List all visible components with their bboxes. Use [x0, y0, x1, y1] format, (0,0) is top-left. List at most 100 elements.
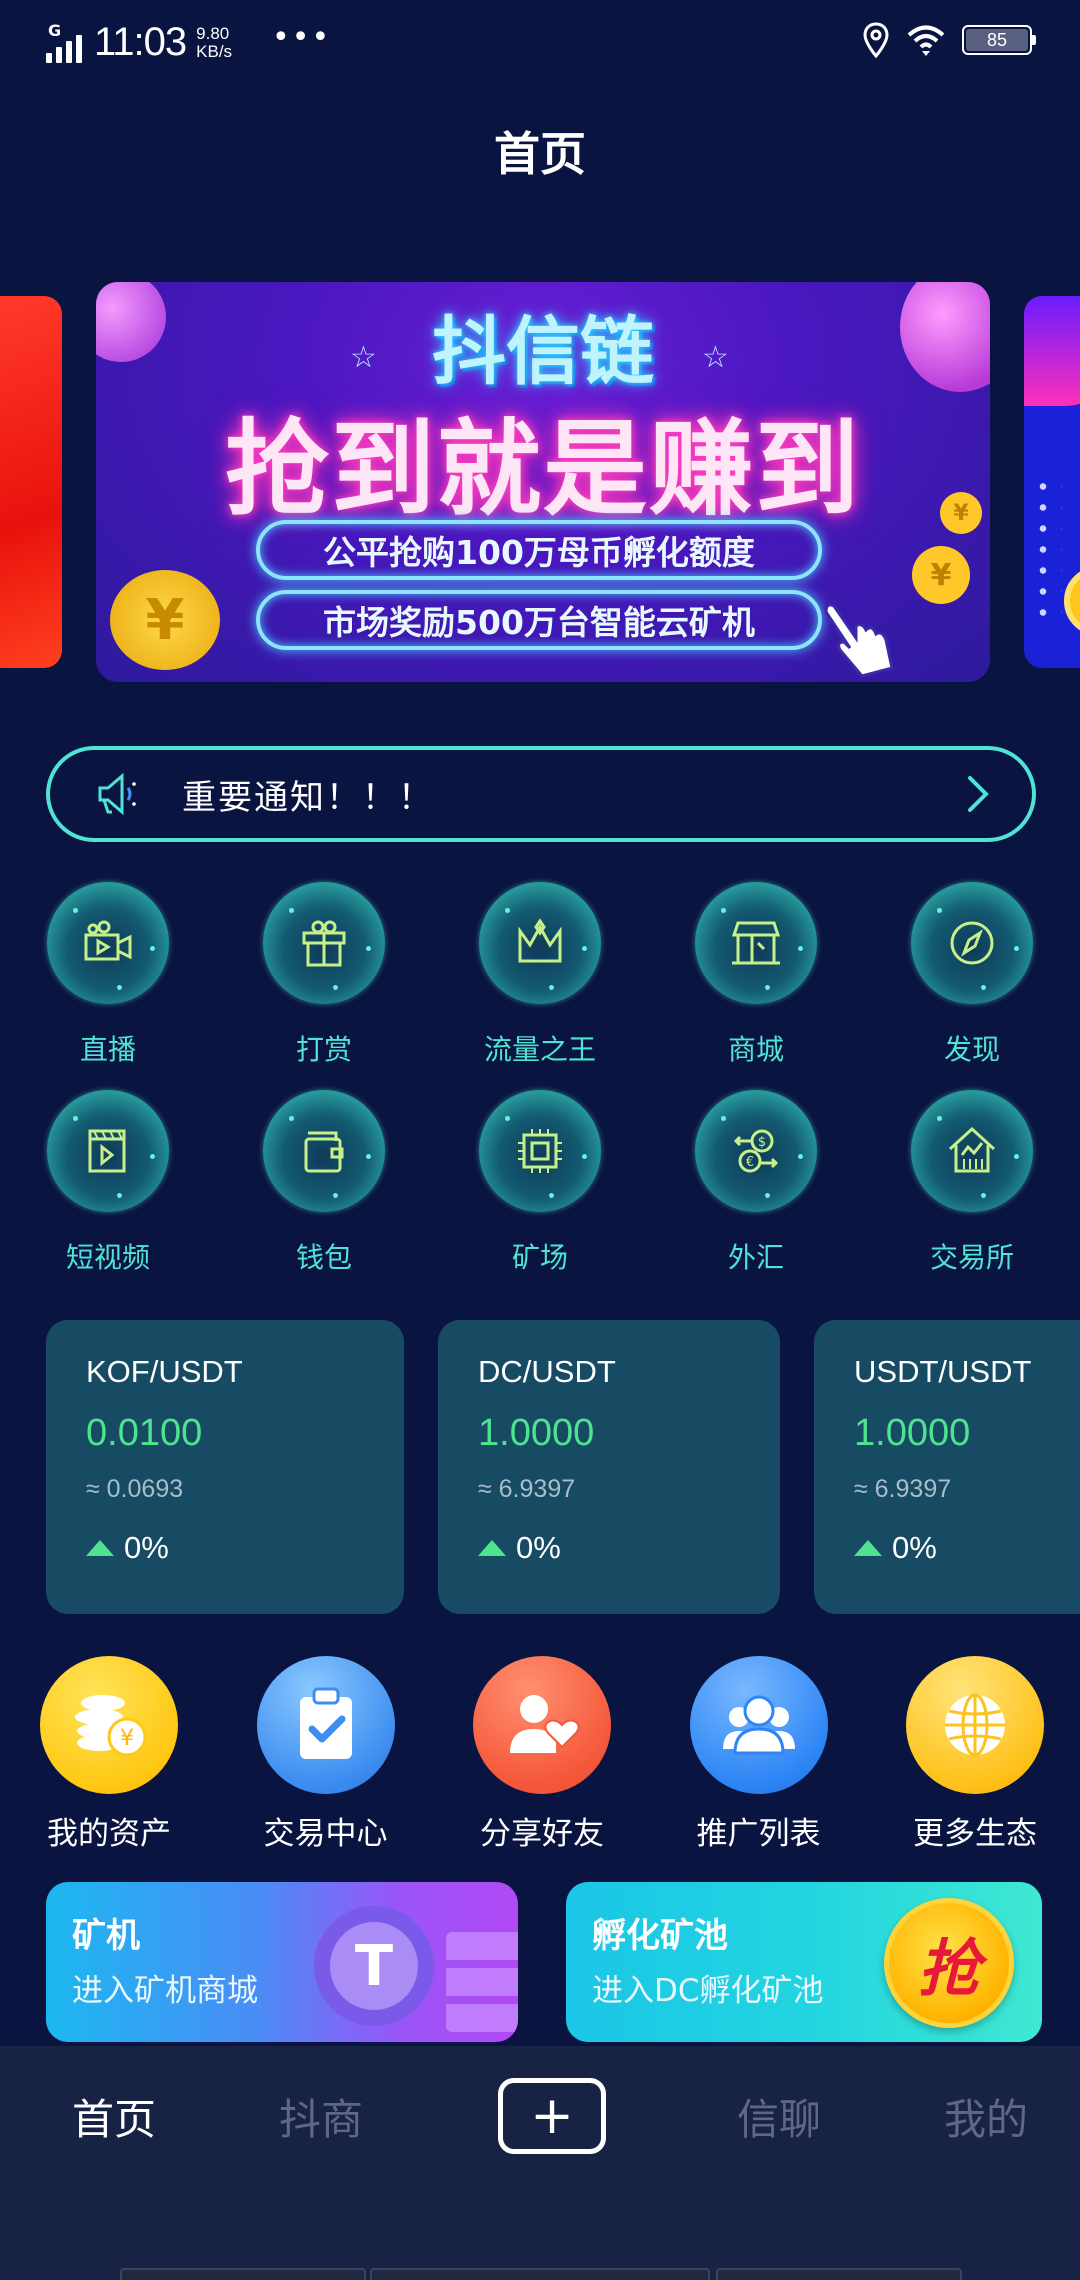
feature-traffic-king[interactable]: 流量之王	[470, 882, 610, 1068]
feature-forex[interactable]: $ € 外汇	[686, 1090, 826, 1276]
ticker-pair: USDT/USDT	[854, 1354, 1032, 1389]
ticker-pair: DC/USDT	[478, 1354, 616, 1389]
feature-mall[interactable]: 商城	[686, 882, 826, 1068]
store-icon	[731, 921, 781, 965]
tab-merchants[interactable]: 抖商	[271, 2086, 371, 2147]
banner-line-1: 公平抢购100万母币孵化额度	[256, 520, 822, 580]
promo-incubation-pool[interactable]: 孵化矿池 进入DC孵化矿池 抢	[566, 1882, 1042, 2042]
ticker-card[interactable]: USDT/USDT 1.0000 ≈ 6.9397 0%	[814, 1320, 1080, 1614]
location-icon	[863, 22, 889, 58]
quick-action-promotion-list[interactable]: 推广列表	[674, 1656, 844, 1853]
exchange-house-icon	[948, 1126, 996, 1173]
quick-action-label: 更多生态	[913, 1816, 1037, 1852]
promo-miner-mall[interactable]: 矿机 进入矿机商城 T	[46, 1882, 518, 2042]
banner-brand: 抖信链	[432, 309, 654, 395]
ticker-price: 1.0000	[854, 1412, 971, 1454]
coins-icon: ¥	[75, 1695, 147, 1757]
banner-line-2: 市场奖励500万台智能云矿机	[256, 590, 822, 650]
battery-level: 85	[966, 29, 1028, 51]
battery-icon: 85	[962, 25, 1036, 55]
banner-slide[interactable]: 抖信链 ☆ ☆ 抢到就是赚到 公平抢购100万母币孵化额度 市场奖励500万台智…	[96, 282, 990, 682]
network-type: G	[48, 20, 62, 40]
nav-hint	[716, 2268, 962, 2280]
more-notifications-icon: •••	[272, 20, 332, 55]
globe-icon	[945, 1693, 1005, 1757]
banner-next-slide[interactable]	[1024, 296, 1080, 668]
gift-icon	[302, 920, 346, 967]
add-button[interactable]: +	[498, 2078, 606, 2154]
feature-label: 打赏	[295, 1033, 352, 1066]
bottom-tab-bar: 首页 抖商 + 信聊 我的	[0, 2046, 1080, 2280]
quick-action-share-friends[interactable]: 分享好友	[457, 1656, 627, 1853]
feature-label: 发现	[943, 1033, 1000, 1066]
chip-icon	[518, 1129, 562, 1173]
feature-short-video[interactable]: 短视频	[38, 1090, 178, 1276]
nav-hint	[370, 2268, 710, 2280]
quick-action-my-assets[interactable]: ¥ 我的资产	[24, 1656, 194, 1853]
star-icon: ☆	[702, 340, 729, 375]
feature-label: 钱包	[295, 1241, 352, 1274]
feature-grid-row-2: 短视频 钱包 矿场 $ € 外汇 交易所	[0, 1090, 1080, 1276]
tab-chat[interactable]: 信聊	[729, 2086, 829, 2147]
banner-previous-slide[interactable]	[0, 296, 62, 668]
yen-coin-icon: ¥	[912, 546, 970, 604]
gold-bars-icon	[446, 1932, 518, 2032]
feature-wallet[interactable]: 钱包	[254, 1090, 394, 1276]
feature-discover[interactable]: 发现	[902, 882, 1042, 1068]
ticker-change: 0%	[516, 1530, 561, 1565]
ticker-approx-value: ≈ 6.9397	[854, 1475, 952, 1503]
ticker-carousel[interactable]: KOF/USDT 0.0100 ≈ 0.0693 0% DC/USDT 1.00…	[0, 1320, 1080, 1614]
status-bar: G 11:03 9.80 KB/s ••• 85	[0, 0, 1080, 86]
megaphone-icon	[98, 772, 136, 816]
chevron-right-icon[interactable]	[962, 774, 992, 814]
quick-action-label: 交易中心	[263, 1816, 388, 1852]
up-arrow-icon	[478, 1540, 506, 1556]
crown-icon	[518, 918, 562, 963]
yen-coin-icon: ¥	[110, 570, 220, 670]
ticker-pair: KOF/USDT	[86, 1354, 243, 1389]
speed-value: 9.80	[196, 23, 230, 43]
speed-unit: KB/s	[196, 41, 233, 61]
wallet-icon	[304, 1131, 344, 1173]
notice-bar[interactable]: 重要通知！！！	[46, 746, 1036, 842]
signal-icon: G	[46, 20, 88, 63]
star-icon: ☆	[350, 340, 377, 375]
feature-mine[interactable]: 矿场	[470, 1090, 610, 1276]
ticker-card[interactable]: DC/USDT 1.0000 ≈ 6.9397 0%	[438, 1320, 780, 1614]
svg-text:¥: ¥	[120, 1726, 134, 1751]
svg-text:€: €	[746, 1155, 754, 1170]
ticker-approx-value: ≈ 0.0693	[86, 1475, 184, 1503]
wifi-icon	[907, 25, 945, 56]
quick-action-more-ecosystem[interactable]: 更多生态	[890, 1656, 1060, 1853]
ticker-change: 0%	[892, 1530, 937, 1565]
decor-wave	[1024, 296, 1080, 406]
feature-label: 直播	[79, 1033, 136, 1066]
nav-hint	[120, 2268, 366, 2280]
users-icon	[722, 1695, 795, 1755]
feature-label: 外汇	[727, 1241, 784, 1274]
feature-label: 商城	[727, 1033, 784, 1066]
tether-symbol: T	[330, 1922, 418, 2010]
feature-exchange[interactable]: 交易所	[902, 1090, 1042, 1276]
page-title: 首页	[494, 127, 586, 181]
grab-button[interactable]: 抢	[884, 1898, 1014, 2028]
ticker-price: 0.0100	[86, 1412, 203, 1454]
decor-dots	[1032, 476, 1062, 616]
feature-reward[interactable]: 打赏	[254, 882, 394, 1068]
tab-profile[interactable]: 我的	[936, 2086, 1036, 2147]
ticker-card[interactable]: KOF/USDT 0.0100 ≈ 0.0693 0%	[46, 1320, 404, 1614]
tether-coin-icon: T	[314, 1906, 434, 2026]
banner-slogan: 抢到就是赚到	[224, 408, 861, 530]
tab-home[interactable]: 首页	[64, 2086, 164, 2147]
clock: 11:03	[94, 20, 187, 64]
network-speed: 9.80 KB/s	[196, 23, 233, 61]
quick-action-trade-center[interactable]: 交易中心	[241, 1656, 411, 1853]
quick-actions: ¥ 我的资产 交易中心 分享好友 推广列表 更多生态	[0, 1656, 1080, 1853]
user-heart-icon	[510, 1695, 580, 1753]
notice-text: 重要通知！！！	[182, 777, 434, 818]
pointing-hand-icon	[824, 603, 894, 678]
feature-label: 流量之王	[483, 1033, 596, 1066]
feature-live[interactable]: 直播	[38, 882, 178, 1068]
currency-exchange-icon: $€	[733, 1129, 779, 1173]
video-camera-icon	[84, 920, 132, 961]
